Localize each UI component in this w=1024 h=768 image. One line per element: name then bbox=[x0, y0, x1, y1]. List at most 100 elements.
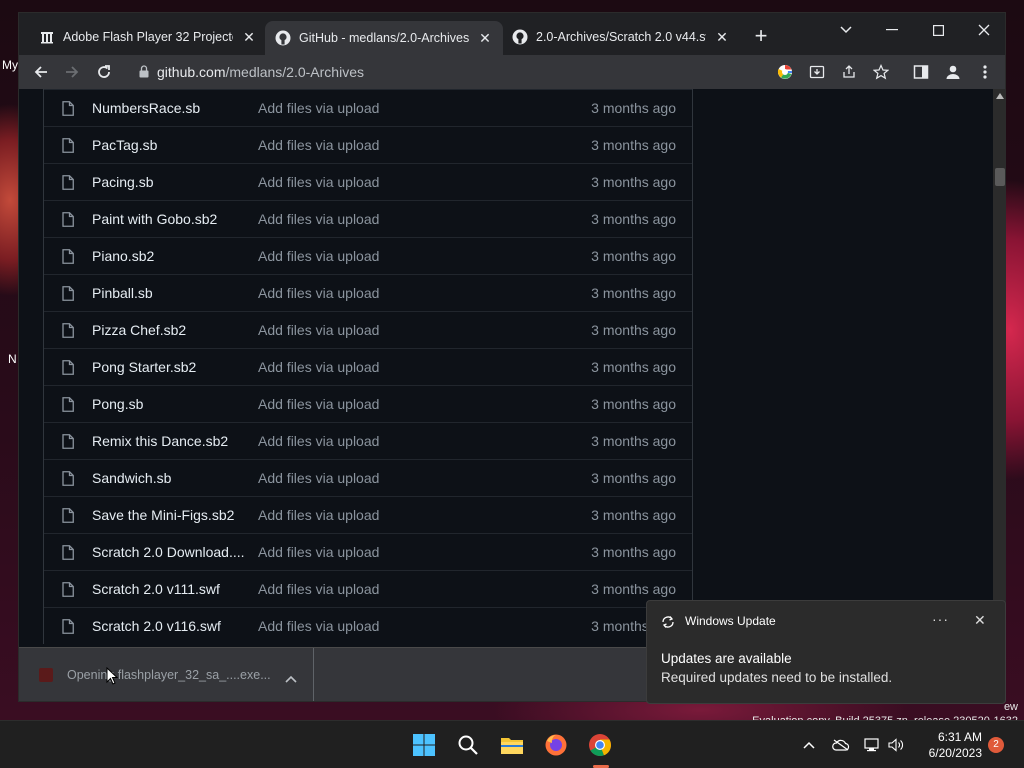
browser-toolbar: github.com/medlans/2.0-Archives bbox=[19, 55, 1005, 89]
url-host: github.com bbox=[157, 64, 226, 80]
more-options-button[interactable]: ··· bbox=[932, 611, 949, 627]
commit-message-link[interactable]: Add files via upload bbox=[258, 322, 379, 338]
file-name-link[interactable]: Pizza Chef.sb2 bbox=[92, 322, 186, 338]
file-row[interactable]: Scratch 2.0 Download.... Add files via up… bbox=[44, 533, 692, 570]
commit-message-link[interactable]: Add files via upload bbox=[258, 137, 379, 153]
file-name-link[interactable]: NumbersRace.sb bbox=[92, 100, 200, 116]
onedrive-icon[interactable] bbox=[831, 735, 851, 755]
commit-date: 3 months ago bbox=[591, 137, 676, 153]
commit-message-link[interactable]: Add files via upload bbox=[258, 100, 379, 116]
file-row[interactable]: Pizza Chef.sb2 Add files via upload 3 mont… bbox=[44, 311, 692, 348]
tab-search-button[interactable] bbox=[823, 17, 869, 43]
file-name-link[interactable]: Remix this Dance.sb2 bbox=[92, 433, 228, 449]
forward-button[interactable] bbox=[60, 60, 84, 84]
close-icon[interactable]: ✕ bbox=[974, 612, 986, 629]
commit-date: 3 months ago bbox=[591, 174, 676, 190]
file-row[interactable]: NumbersRace.sb Add files via upload 3 mont… bbox=[44, 89, 692, 126]
show-hidden-icons-button[interactable] bbox=[799, 735, 819, 755]
commit-message-link[interactable]: Add files via upload bbox=[258, 507, 379, 523]
file-name-link[interactable]: Piano.sb2 bbox=[92, 248, 154, 264]
file-row[interactable]: Scratch 2.0 v116.swf Add files via upload… bbox=[44, 607, 692, 644]
file-row[interactable]: Pong.sb Add files via upload 3 months ago bbox=[44, 385, 692, 422]
commit-message-link[interactable]: Add files via upload bbox=[258, 174, 379, 190]
file-row[interactable]: Sandwich.sb Add files via upload 3 months … bbox=[44, 459, 692, 496]
desktop-icon-label[interactable]: My bbox=[2, 58, 18, 72]
file-name-link[interactable]: Pong.sb bbox=[92, 396, 143, 412]
file-name-link[interactable]: Pinball.sb bbox=[92, 285, 153, 301]
download-item[interactable]: Opening flashplayer_32_sa_....exe... bbox=[19, 648, 314, 701]
file-name-link[interactable]: Save the Mini-Figs.sb2 bbox=[92, 507, 234, 523]
tab-github-archives[interactable]: GitHub - medlans/2.0-Archives: S ✕ bbox=[265, 21, 503, 55]
file-name-link[interactable]: PacTag.sb bbox=[92, 137, 157, 153]
share-icon[interactable] bbox=[837, 60, 861, 84]
chrome-button[interactable] bbox=[587, 732, 613, 758]
commit-message-link[interactable]: Add files via upload bbox=[258, 359, 379, 375]
file-name-link[interactable]: Sandwich.sb bbox=[92, 470, 171, 486]
minimize-button[interactable] bbox=[869, 17, 915, 43]
lock-icon[interactable] bbox=[139, 65, 149, 81]
commit-message-link[interactable]: Add files via upload bbox=[258, 470, 379, 486]
file-row[interactable]: Scratch 2.0 v111.swf Add files via upload… bbox=[44, 570, 692, 607]
file-row[interactable]: Paint with Gobo.sb2 Add files via upload 3… bbox=[44, 200, 692, 237]
file-name-link[interactable]: Pong Starter.sb2 bbox=[92, 359, 196, 375]
close-icon[interactable]: ✕ bbox=[241, 29, 257, 46]
commit-message-link[interactable]: Add files via upload bbox=[258, 544, 379, 560]
commit-date: 3 months ago bbox=[591, 248, 676, 264]
file-row[interactable]: PacTag.sb Add files via upload 3 months ag… bbox=[44, 126, 692, 163]
maximize-button[interactable] bbox=[915, 17, 961, 43]
network-icon[interactable] bbox=[862, 735, 882, 755]
commit-message-link[interactable]: Add files via upload bbox=[258, 581, 379, 597]
taskbar-clock[interactable]: 6:31 AM 6/20/2023 bbox=[916, 729, 982, 761]
file-name-link[interactable]: Scratch 2.0 Download.... bbox=[92, 544, 245, 560]
commit-message-link[interactable]: Add files via upload bbox=[258, 211, 379, 227]
profile-icon[interactable] bbox=[941, 60, 965, 84]
windows-update-notification[interactable]: Windows Update ··· ✕ Updates are availab… bbox=[646, 600, 1006, 704]
tab-title: GitHub - medlans/2.0-Archives: S bbox=[299, 31, 469, 45]
google-icon[interactable] bbox=[773, 60, 797, 84]
close-window-button[interactable] bbox=[961, 17, 1005, 43]
new-tab-button[interactable]: + bbox=[749, 25, 773, 49]
firefox-button[interactable] bbox=[543, 732, 569, 758]
file-icon bbox=[62, 545, 74, 565]
notification-count-badge[interactable]: 2 bbox=[988, 737, 1004, 753]
close-icon[interactable]: ✕ bbox=[477, 30, 493, 47]
volume-icon[interactable] bbox=[886, 735, 906, 755]
file-row[interactable]: Pong Starter.sb2 Add files via upload 3 mo… bbox=[44, 348, 692, 385]
notification-app-name: Windows Update bbox=[685, 614, 776, 628]
tab-flash-projector[interactable]: Adobe Flash Player 32 Projector ✕ bbox=[29, 22, 267, 52]
scroll-thumb[interactable] bbox=[995, 168, 1005, 186]
file-row[interactable]: Remix this Dance.sb2 Add files via upload… bbox=[44, 422, 692, 459]
page-scrollbar[interactable] bbox=[993, 89, 1005, 659]
close-icon[interactable]: ✕ bbox=[714, 29, 730, 46]
file-name-link[interactable]: Paint with Gobo.sb2 bbox=[92, 211, 217, 227]
file-row[interactable]: Pacing.sb Add files via upload 3 months ag… bbox=[44, 163, 692, 200]
commit-message-link[interactable]: Add files via upload bbox=[258, 433, 379, 449]
commit-message-link[interactable]: Add files via upload bbox=[258, 618, 379, 634]
reload-icon bbox=[98, 65, 110, 78]
file-row[interactable]: Piano.sb2 Add files via upload 3 months ag… bbox=[44, 237, 692, 274]
file-icon bbox=[62, 323, 74, 343]
commit-message-link[interactable]: Add files via upload bbox=[258, 248, 379, 264]
back-button[interactable] bbox=[29, 60, 53, 84]
reload-button[interactable] bbox=[92, 60, 116, 84]
desktop-icon-label[interactable]: N bbox=[8, 352, 17, 366]
scroll-up-arrow[interactable] bbox=[996, 93, 1004, 99]
bookmark-star-icon[interactable] bbox=[869, 60, 893, 84]
file-name-link[interactable]: Scratch 2.0 v111.swf bbox=[92, 581, 220, 597]
start-button[interactable] bbox=[411, 732, 437, 758]
arrow-left-icon bbox=[34, 66, 47, 78]
file-row[interactable]: Save the Mini-Figs.sb2 Add files via uplo… bbox=[44, 496, 692, 533]
menu-kebab-icon[interactable] bbox=[973, 60, 997, 84]
side-panel-icon[interactable] bbox=[909, 60, 933, 84]
file-name-link[interactable]: Scratch 2.0 v116.swf bbox=[92, 618, 221, 634]
commit-message-link[interactable]: Add files via upload bbox=[258, 285, 379, 301]
file-explorer-button[interactable] bbox=[499, 732, 525, 758]
search-button[interactable] bbox=[455, 732, 481, 758]
file-name-link[interactable]: Pacing.sb bbox=[92, 174, 153, 190]
commit-message-link[interactable]: Add files via upload bbox=[258, 396, 379, 412]
file-row[interactable]: Pinball.sb Add files via upload 3 months a… bbox=[44, 274, 692, 311]
windows-logo-icon bbox=[413, 734, 435, 756]
install-app-icon[interactable] bbox=[805, 60, 829, 84]
tab-github-scratch-swf[interactable]: 2.0-Archives/Scratch 2.0 v44.swf ✕ bbox=[502, 22, 740, 52]
chevron-up-icon[interactable] bbox=[285, 670, 297, 688]
